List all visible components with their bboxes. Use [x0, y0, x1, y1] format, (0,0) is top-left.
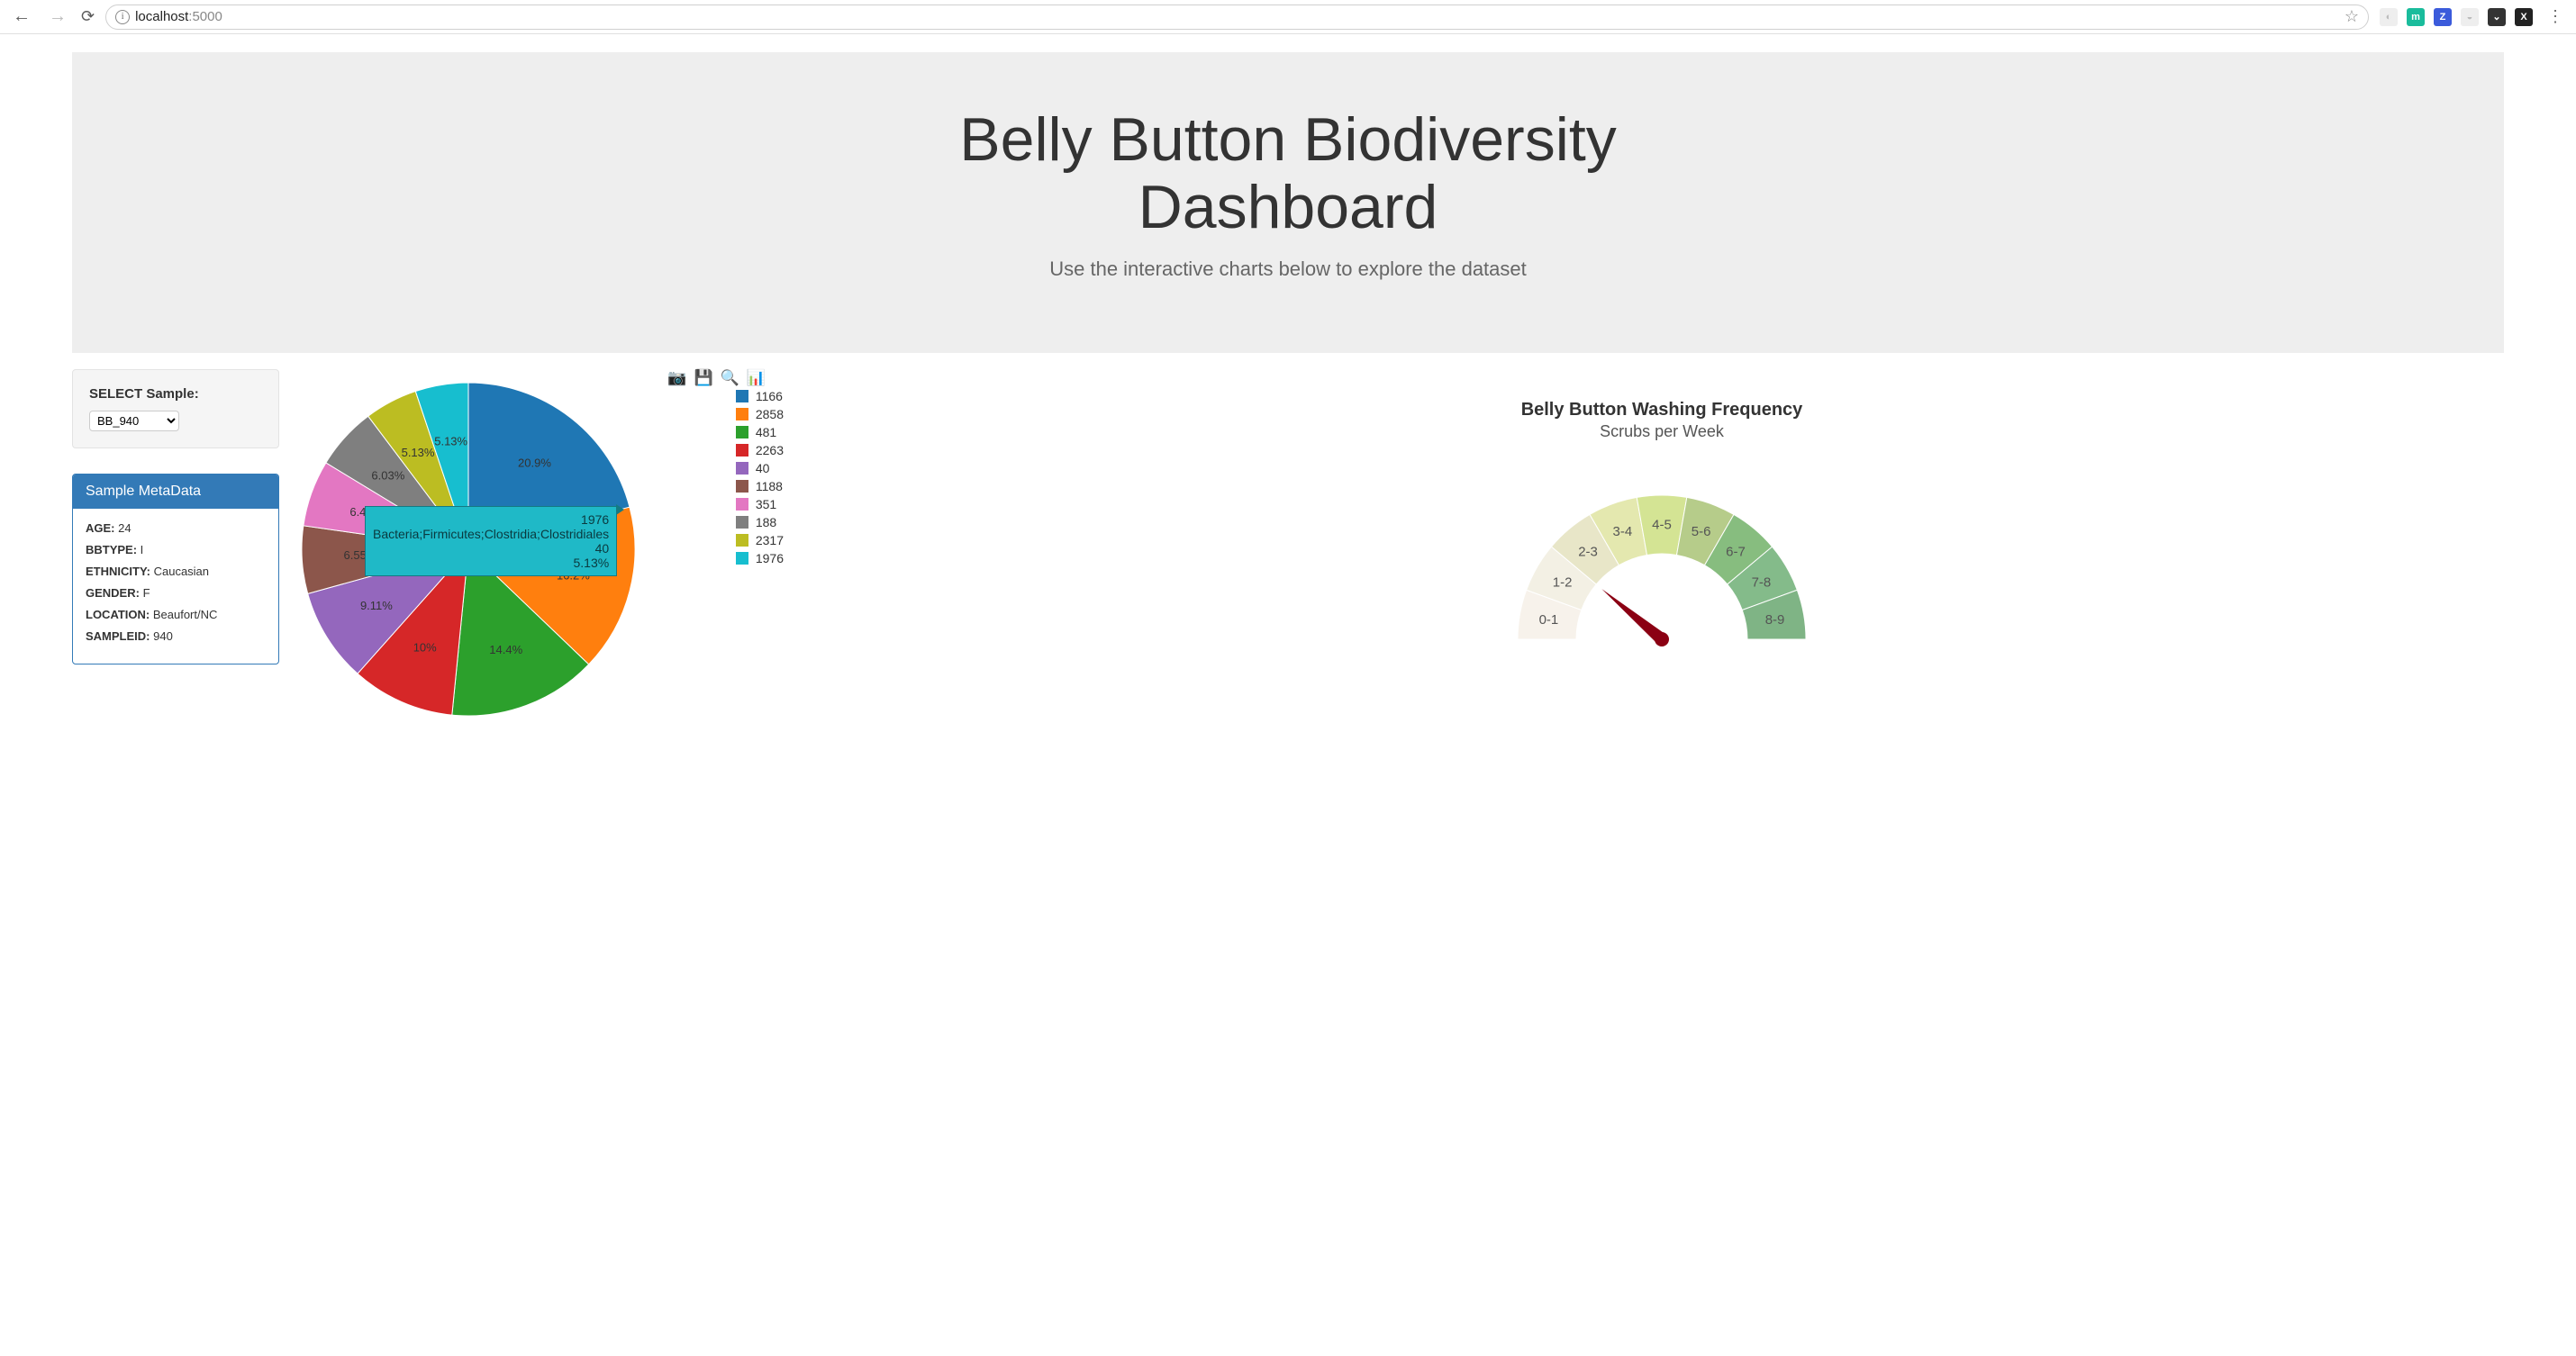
browser-toolbar: ← → ⟳ i localhost:5000 ☆ ◐ m Z ◒ ⌄ X ⋮	[0, 0, 2576, 34]
gauge-step-label: 3-4	[1613, 524, 1633, 539]
gauge-subtitle: Scrubs per Week	[820, 422, 2504, 441]
extension-icon[interactable]: Z	[2434, 8, 2452, 26]
pie-slice-label: 14.4%	[489, 643, 522, 656]
extension-icon[interactable]: ◐	[2380, 8, 2398, 26]
page-subtitle: Use the interactive charts below to expl…	[90, 258, 2486, 281]
url-text: localhost:5000	[135, 9, 222, 24]
autoscale-icon[interactable]: 📊	[747, 369, 766, 387]
pie-slice-label: 5.13%	[402, 446, 435, 459]
gauge-step-label: 6-7	[1726, 544, 1746, 559]
metadata-panel: Sample MetaData AGE: 24 BBTYPE: I ETHNICIT…	[72, 474, 279, 664]
gauge-chart[interactable]: 0-1 1-2 2-3 3-4 4-5 5-6 6-7 7-8 8-9	[1482, 450, 1842, 666]
forward-button[interactable]: →	[45, 6, 70, 27]
legend-item[interactable]: 1976	[736, 551, 784, 565]
gauge-step-label: 4-5	[1652, 517, 1672, 532]
legend-item[interactable]: 188	[736, 515, 784, 529]
camera-icon[interactable]: 📷	[667, 369, 686, 387]
legend-item[interactable]: 2317	[736, 533, 784, 547]
legend-item[interactable]: 2858	[736, 407, 784, 421]
reload-button[interactable]: ⟳	[81, 7, 95, 26]
select-label: SELECT Sample:	[89, 386, 262, 402]
pie-legend[interactable]: 1166 2858 481 2263 40 1188 351 188 2317 1976	[736, 389, 784, 569]
legend-item[interactable]: 1166	[736, 389, 784, 403]
menu-button[interactable]: ⋮	[2544, 7, 2567, 26]
metadata-row: AGE: 24	[86, 521, 266, 535]
pie-slice-label: 10%	[413, 640, 437, 654]
gauge-step-label: 0-1	[1539, 611, 1559, 627]
metadata-row: LOCATION: Beaufort/NC	[86, 608, 266, 621]
gauge-step-label: 1-2	[1553, 574, 1573, 590]
pie-slice-label: 5.13%	[434, 434, 467, 447]
legend-item[interactable]: 351	[736, 497, 784, 511]
legend-item[interactable]: 2263	[736, 443, 784, 457]
pie-slice-label: 6.42%	[349, 504, 383, 518]
extension-icon[interactable]: X	[2515, 8, 2533, 26]
save-icon[interactable]: 💾	[694, 369, 712, 387]
site-info-icon[interactable]: i	[115, 10, 130, 24]
gauge-step-label: 7-8	[1752, 574, 1772, 590]
page-title: Belly Button BiodiversityDashboard	[90, 106, 2486, 241]
back-button[interactable]: ←	[9, 6, 34, 27]
zoom-icon[interactable]: 🔍	[721, 369, 739, 387]
legend-item[interactable]: 1188	[736, 479, 784, 493]
metadata-row: BBTYPE: I	[86, 543, 266, 556]
metadata-row: SAMPLEID: 940	[86, 629, 266, 643]
extension-icon[interactable]: ◒	[2461, 8, 2479, 26]
sidebar: SELECT Sample: BB_940 Sample MetaData AG…	[72, 369, 279, 664]
pie-slice-label: 6.55%	[344, 548, 377, 562]
gauge-hub	[1655, 632, 1669, 646]
metadata-row: GENDER: F	[86, 586, 266, 600]
address-bar[interactable]: i localhost:5000 ☆	[105, 5, 2369, 30]
hero-jumbotron: Belly Button BiodiversityDashboard Use t…	[72, 52, 2504, 353]
bookmark-star-icon[interactable]: ☆	[2345, 7, 2359, 26]
sample-select[interactable]: BB_940	[89, 411, 179, 431]
gauge-step-label: 5-6	[1692, 524, 1711, 539]
metadata-row: ETHNICITY: Caucasian	[86, 565, 266, 578]
pie-slice-label: 6.03%	[371, 468, 404, 482]
metadata-panel-title: Sample MetaData	[73, 475, 278, 509]
pie-chart-column: 📷 💾 🔍 📊 20.9% 16.2% 14.4% 10% 9.11% 6.55% 6.42…	[297, 369, 802, 729]
legend-item[interactable]: 40	[736, 461, 784, 475]
pocket-icon[interactable]: ⌄	[2488, 8, 2506, 26]
sample-selector-well: SELECT Sample: BB_940	[72, 369, 279, 448]
metadata-panel-body: AGE: 24 BBTYPE: I ETHNICITY: Caucasian GEND…	[73, 509, 278, 664]
extension-icons: ◐ m Z ◒ ⌄ X	[2380, 8, 2533, 26]
legend-item[interactable]: 481	[736, 425, 784, 439]
gauge-step-label: 8-9	[1765, 611, 1785, 627]
gauge-title: Belly Button Washing Frequency	[820, 400, 2504, 420]
plotly-modebar: 📷 💾 🔍 📊	[667, 369, 766, 387]
pie-chart[interactable]: 20.9% 16.2% 14.4% 10% 9.11% 6.55% 6.42% 6.03% 5.…	[297, 369, 658, 729]
pie-slice-label: 20.9%	[518, 456, 551, 469]
gauge-column: Belly Button Washing Frequency Scrubs pe…	[820, 369, 2504, 671]
pie-slice-label: 9.11%	[360, 599, 393, 612]
pie-slice-label: 16.2%	[557, 568, 590, 582]
extension-icon[interactable]: m	[2407, 8, 2425, 26]
gauge-step-label: 2-3	[1578, 544, 1598, 559]
